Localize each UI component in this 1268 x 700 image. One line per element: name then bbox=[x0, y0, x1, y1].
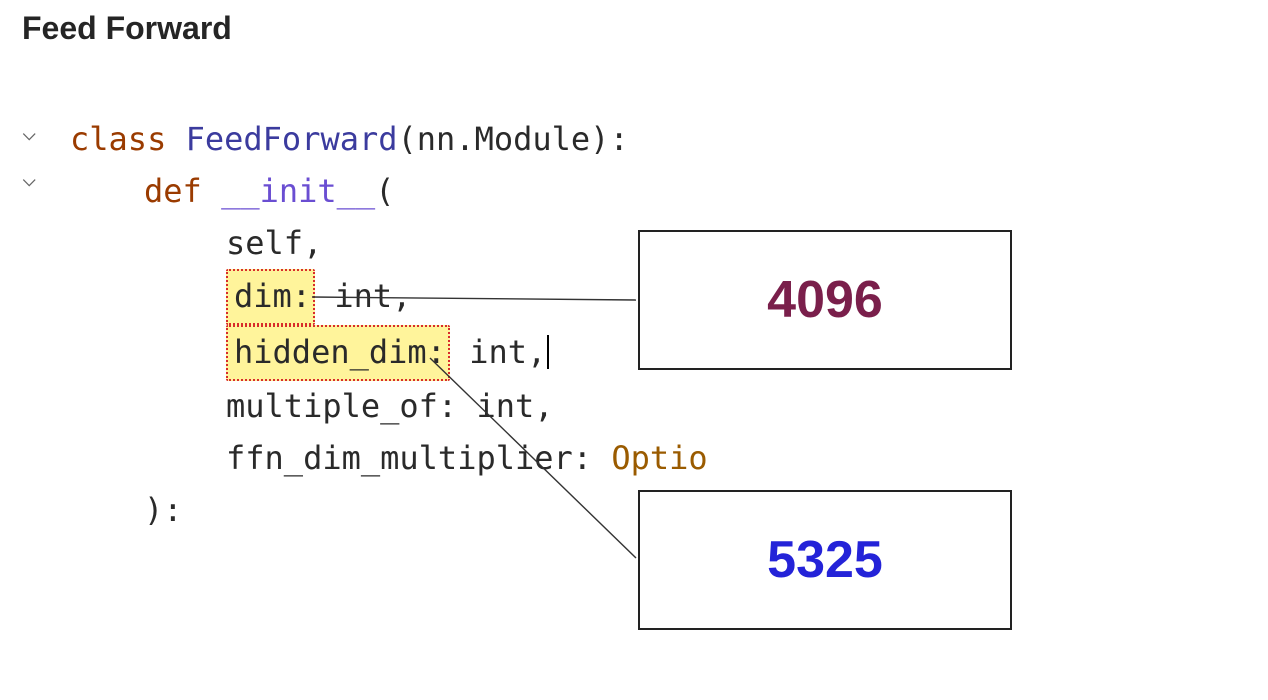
param-hidden-dim-name: hidden_dim bbox=[234, 333, 427, 371]
open-paren: ( bbox=[398, 120, 417, 158]
base-class: nn.Module bbox=[417, 120, 590, 158]
close-paren-colon: ): bbox=[590, 120, 629, 158]
param-ffn-mult-type: Optio bbox=[611, 439, 707, 477]
param-multiple-of-name: multiple_of bbox=[226, 387, 438, 425]
keyword-def: def bbox=[144, 172, 202, 210]
section-title: Feed Forward bbox=[22, 10, 232, 47]
param-dim-name: dim bbox=[234, 277, 292, 315]
param-dim-type: int bbox=[334, 277, 392, 315]
code-line-close: ): bbox=[70, 485, 708, 537]
open-paren-init: ( bbox=[375, 172, 394, 210]
keyword-class: class bbox=[70, 120, 166, 158]
param-self: self bbox=[226, 224, 303, 262]
code-line-ffn-mult: ffn_dim_multiplier: Optio bbox=[70, 433, 708, 485]
code-line-self: self, bbox=[70, 218, 708, 270]
close-paren-def: ): bbox=[144, 491, 183, 529]
fold-gutter: ⌵ ⌵ bbox=[22, 120, 52, 212]
code-line-class: class FeedForward(nn.Module): bbox=[70, 114, 708, 166]
code-line-dim: dim: int, bbox=[70, 269, 708, 325]
code-block: class FeedForward(nn.Module): def __init… bbox=[70, 114, 708, 537]
class-name: FeedForward bbox=[186, 120, 398, 158]
param-hidden-dim-type: int bbox=[469, 333, 527, 371]
annotation-dim-value: 4096 bbox=[638, 230, 1012, 370]
text-cursor bbox=[547, 335, 549, 369]
highlight-dim: dim: bbox=[226, 269, 315, 325]
function-name: __init__ bbox=[221, 172, 375, 210]
code-line-multiple-of: multiple_of: int, bbox=[70, 381, 708, 433]
param-ffn-mult-name: ffn_dim_multiplier bbox=[226, 439, 573, 477]
annotation-hidden-dim-value: 5325 bbox=[638, 490, 1012, 630]
param-multiple-of-type: int bbox=[476, 387, 534, 425]
highlight-hidden-dim: hidden_dim: bbox=[226, 325, 450, 381]
fold-chevron-class[interactable]: ⌵ bbox=[22, 120, 52, 144]
fold-chevron-init[interactable]: ⌵ bbox=[22, 166, 52, 190]
code-line-def: def __init__( bbox=[70, 166, 708, 218]
code-line-hidden-dim: hidden_dim: int, bbox=[70, 325, 708, 381]
